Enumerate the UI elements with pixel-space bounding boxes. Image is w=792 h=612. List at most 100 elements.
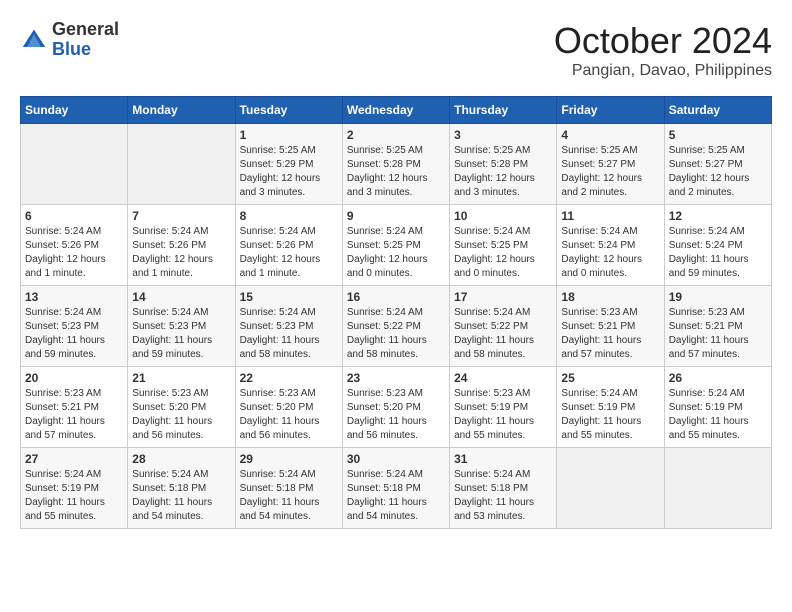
day-number: 6 (25, 209, 123, 223)
day-detail: Sunrise: 5:23 AMSunset: 5:21 PMDaylight:… (25, 387, 123, 443)
month-title: October 2024 (554, 20, 772, 62)
day-detail: Sunrise: 5:24 AMSunset: 5:24 PMDaylight:… (669, 225, 767, 281)
day-cell: 22 Sunrise: 5:23 AMSunset: 5:20 PMDayligh… (235, 367, 342, 448)
weekday-header-row: SundayMondayTuesdayWednesdayThursdayFrid… (21, 97, 772, 124)
day-detail: Sunrise: 5:23 AMSunset: 5:21 PMDaylight:… (561, 306, 659, 362)
day-cell: 16 Sunrise: 5:24 AMSunset: 5:22 PMDayligh… (342, 286, 449, 367)
day-detail: Sunrise: 5:24 AMSunset: 5:23 PMDaylight:… (132, 306, 230, 362)
day-cell: 24Sunrise: 5:23 AMSunset: 5:19 PMDayligh… (450, 367, 557, 448)
day-detail: Sunrise: 5:24 AMSunset: 5:26 PMDaylight:… (240, 225, 338, 281)
day-number: 28 (132, 452, 230, 466)
weekday-header-monday: Monday (128, 97, 235, 124)
day-number: 4 (561, 128, 659, 142)
day-detail: Sunrise: 5:23 AMSunset: 5:20 PMDaylight:… (240, 387, 338, 443)
day-detail: Sunrise: 5:25 AMSunset: 5:28 PMDaylight:… (347, 144, 445, 200)
day-cell: 6 Sunrise: 5:24 AMSunset: 5:26 PMDaylight… (21, 205, 128, 286)
day-cell: 20 Sunrise: 5:23 AMSunset: 5:21 PMDayligh… (21, 367, 128, 448)
day-detail: Sunrise: 5:24 AMSunset: 5:19 PMDaylight:… (25, 468, 123, 524)
day-cell: 2 Sunrise: 5:25 AMSunset: 5:28 PMDaylight… (342, 124, 449, 205)
day-cell: 3 Sunrise: 5:25 AMSunset: 5:28 PMDaylight… (450, 124, 557, 205)
day-detail: Sunrise: 5:23 AMSunset: 5:20 PMDaylight:… (347, 387, 445, 443)
day-number: 7 (132, 209, 230, 223)
logo-blue: Blue (52, 40, 119, 60)
weekday-header-wednesday: Wednesday (342, 97, 449, 124)
day-cell: 11Sunrise: 5:24 AMSunset: 5:24 PMDayligh… (557, 205, 664, 286)
day-number: 10 (454, 209, 552, 223)
logo-text: General Blue (52, 20, 119, 60)
week-row-1: 1 Sunrise: 5:25 AMSunset: 5:29 PMDaylight… (21, 124, 772, 205)
day-number: 12 (669, 209, 767, 223)
day-number: 8 (240, 209, 338, 223)
location-title: Pangian, Davao, Philippines (554, 62, 772, 80)
day-cell: 17Sunrise: 5:24 AMSunset: 5:22 PMDayligh… (450, 286, 557, 367)
weekday-header-thursday: Thursday (450, 97, 557, 124)
day-cell: 5 Sunrise: 5:25 AMSunset: 5:27 PMDaylight… (664, 124, 771, 205)
day-number: 14 (132, 290, 230, 304)
day-detail: Sunrise: 5:24 AMSunset: 5:26 PMDaylight:… (132, 225, 230, 281)
title-area: October 2024 Pangian, Davao, Philippines (554, 20, 772, 80)
day-number: 22 (240, 371, 338, 385)
day-cell: 10Sunrise: 5:24 AMSunset: 5:25 PMDayligh… (450, 205, 557, 286)
day-cell: 15Sunrise: 5:24 AMSunset: 5:23 PMDayligh… (235, 286, 342, 367)
day-detail: Sunrise: 5:25 AMSunset: 5:29 PMDaylight:… (240, 144, 338, 200)
day-number: 2 (347, 128, 445, 142)
day-number: 23 (347, 371, 445, 385)
day-cell: 26 Sunrise: 5:24 AMSunset: 5:19 PMDayligh… (664, 367, 771, 448)
day-detail: Sunrise: 5:24 AMSunset: 5:18 PMDaylight:… (454, 468, 552, 524)
day-cell: 4 Sunrise: 5:25 AMSunset: 5:27 PMDaylight… (557, 124, 664, 205)
day-number: 5 (669, 128, 767, 142)
day-detail: Sunrise: 5:24 AMSunset: 5:22 PMDaylight:… (347, 306, 445, 362)
day-number: 1 (240, 128, 338, 142)
day-number: 16 (347, 290, 445, 304)
day-detail: Sunrise: 5:24 AMSunset: 5:18 PMDaylight:… (347, 468, 445, 524)
day-cell: 8 Sunrise: 5:24 AMSunset: 5:26 PMDaylight… (235, 205, 342, 286)
logo: General Blue (20, 20, 119, 60)
day-detail: Sunrise: 5:25 AMSunset: 5:27 PMDaylight:… (669, 144, 767, 200)
day-number: 31 (454, 452, 552, 466)
day-detail: Sunrise: 5:23 AMSunset: 5:21 PMDaylight:… (669, 306, 767, 362)
day-detail: Sunrise: 5:24 AMSunset: 5:18 PMDaylight:… (132, 468, 230, 524)
day-cell: 31 Sunrise: 5:24 AMSunset: 5:18 PMDayligh… (450, 448, 557, 529)
day-detail: Sunrise: 5:25 AMSunset: 5:27 PMDaylight:… (561, 144, 659, 200)
day-detail: Sunrise: 5:23 AMSunset: 5:20 PMDaylight:… (132, 387, 230, 443)
week-row-4: 20 Sunrise: 5:23 AMSunset: 5:21 PMDayligh… (21, 367, 772, 448)
day-cell (21, 124, 128, 205)
weekday-header-tuesday: Tuesday (235, 97, 342, 124)
day-cell: 28 Sunrise: 5:24 AMSunset: 5:18 PMDayligh… (128, 448, 235, 529)
calendar-table: SundayMondayTuesdayWednesdayThursdayFrid… (20, 96, 772, 529)
day-number: 19 (669, 290, 767, 304)
day-detail: Sunrise: 5:24 AMSunset: 5:18 PMDaylight:… (240, 468, 338, 524)
day-cell: 19 Sunrise: 5:23 AMSunset: 5:21 PMDayligh… (664, 286, 771, 367)
day-detail: Sunrise: 5:24 AMSunset: 5:26 PMDaylight:… (25, 225, 123, 281)
day-number: 29 (240, 452, 338, 466)
day-number: 20 (25, 371, 123, 385)
day-cell: 14 Sunrise: 5:24 AMSunset: 5:23 PMDayligh… (128, 286, 235, 367)
logo-general: General (52, 20, 119, 40)
week-row-5: 27 Sunrise: 5:24 AMSunset: 5:19 PMDayligh… (21, 448, 772, 529)
day-cell: 7 Sunrise: 5:24 AMSunset: 5:26 PMDaylight… (128, 205, 235, 286)
day-number: 21 (132, 371, 230, 385)
day-number: 26 (669, 371, 767, 385)
day-number: 27 (25, 452, 123, 466)
day-detail: Sunrise: 5:24 AMSunset: 5:19 PMDaylight:… (669, 387, 767, 443)
weekday-header-saturday: Saturday (664, 97, 771, 124)
day-cell: 23 Sunrise: 5:23 AMSunset: 5:20 PMDayligh… (342, 367, 449, 448)
day-number: 15 (240, 290, 338, 304)
day-cell: 27 Sunrise: 5:24 AMSunset: 5:19 PMDayligh… (21, 448, 128, 529)
day-number: 3 (454, 128, 552, 142)
day-cell: 25Sunrise: 5:24 AMSunset: 5:19 PMDayligh… (557, 367, 664, 448)
day-cell: 21 Sunrise: 5:23 AMSunset: 5:20 PMDayligh… (128, 367, 235, 448)
day-cell: 18Sunrise: 5:23 AMSunset: 5:21 PMDayligh… (557, 286, 664, 367)
day-cell (664, 448, 771, 529)
day-detail: Sunrise: 5:25 AMSunset: 5:28 PMDaylight:… (454, 144, 552, 200)
day-number: 13 (25, 290, 123, 304)
day-cell: 30Sunrise: 5:24 AMSunset: 5:18 PMDayligh… (342, 448, 449, 529)
day-detail: Sunrise: 5:23 AMSunset: 5:19 PMDaylight:… (454, 387, 552, 443)
day-cell (557, 448, 664, 529)
day-cell (128, 124, 235, 205)
day-detail: Sunrise: 5:24 AMSunset: 5:19 PMDaylight:… (561, 387, 659, 443)
week-row-3: 13 Sunrise: 5:24 AMSunset: 5:23 PMDayligh… (21, 286, 772, 367)
day-cell: 12 Sunrise: 5:24 AMSunset: 5:24 PMDayligh… (664, 205, 771, 286)
day-detail: Sunrise: 5:24 AMSunset: 5:24 PMDaylight:… (561, 225, 659, 281)
weekday-header-sunday: Sunday (21, 97, 128, 124)
